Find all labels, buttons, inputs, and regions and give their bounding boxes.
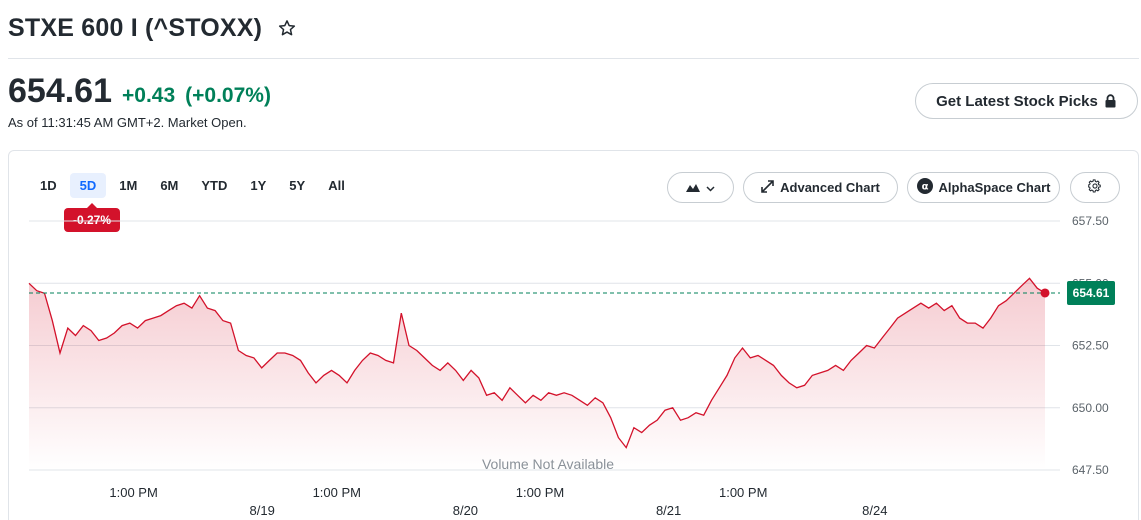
x-time-label: 1:00 PM [516,485,564,500]
price-area-fill [29,278,1045,470]
y-tick-label: 650.00 [1072,401,1109,415]
x-date-label: 8/24 [862,503,887,518]
x-time-label: 1:00 PM [109,485,157,500]
x-time-label: 1:00 PM [719,485,767,500]
price-chart[interactable]: 657.50655.00652.50650.00647.50 654.61 Vo… [0,0,1141,520]
y-tick-label: 647.50 [1072,463,1109,477]
x-date-label: 8/20 [453,503,478,518]
last-price-label: 654.61 [1073,286,1110,300]
x-time-label: 1:00 PM [313,485,361,500]
x-date-label: 8/21 [656,503,681,518]
y-tick-label: 657.50 [1072,214,1109,228]
volume-unavailable-text: Volume Not Available [482,456,614,472]
last-price-dot [1040,288,1050,298]
x-date-label: 8/19 [250,503,275,518]
y-tick-label: 652.50 [1072,339,1109,353]
last-price-tag: 654.61 [1067,280,1115,305]
